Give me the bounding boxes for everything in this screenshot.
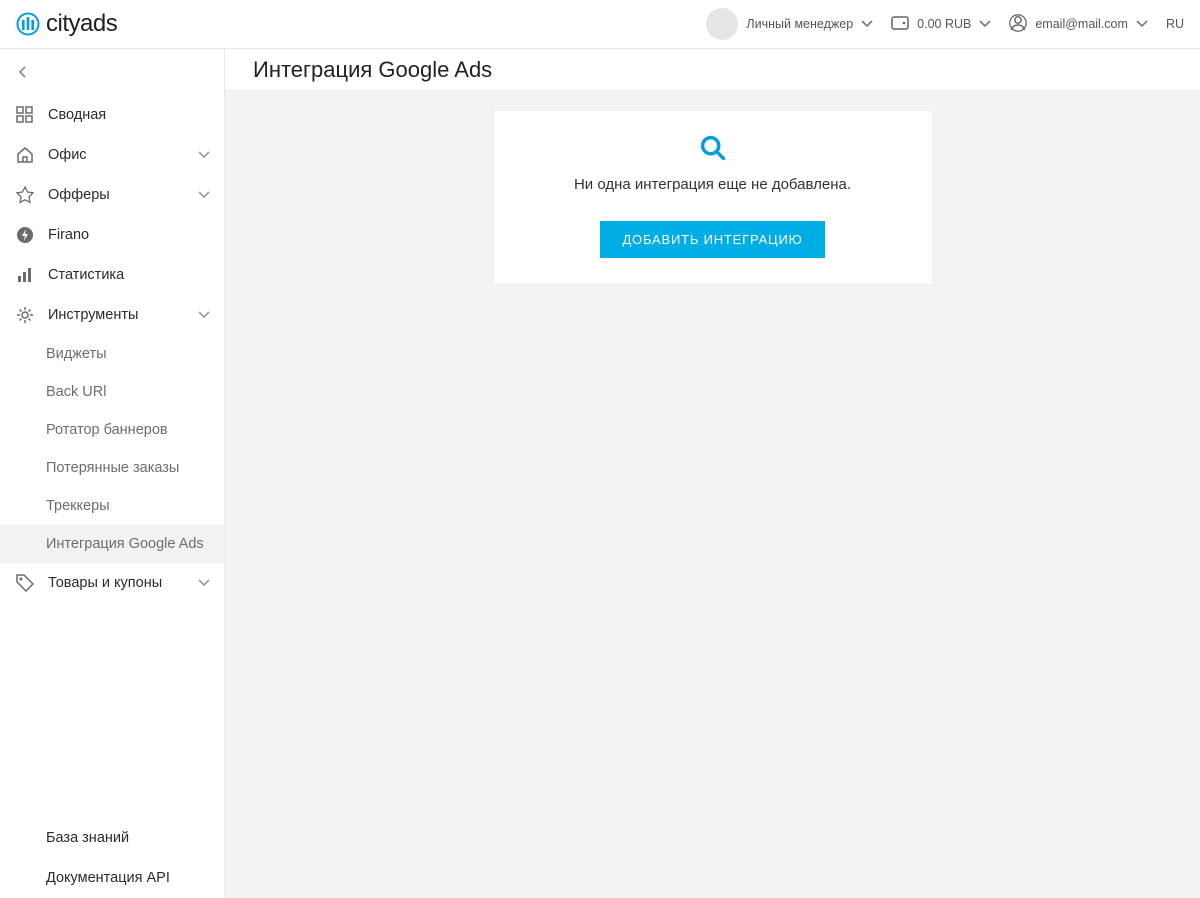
sidebar-item-dashboard[interactable]: Сводная: [0, 95, 224, 135]
tag-icon: [16, 574, 34, 592]
lang-switch[interactable]: RU: [1166, 17, 1184, 31]
bolt-circle-icon: [16, 226, 34, 244]
bars-icon: [16, 266, 34, 284]
sidebar-item-label: Back URl: [46, 384, 106, 400]
empty-state-card: Ни одна интеграция еще не добавлена. ДОБ…: [494, 111, 932, 284]
empty-state-message: Ни одна интеграция еще не добавлена.: [574, 176, 851, 193]
manager-dropdown[interactable]: Личный менеджер: [706, 8, 873, 40]
wallet-icon: [891, 14, 909, 35]
sidebar-item-tools[interactable]: Инструменты: [0, 295, 224, 335]
home-icon: [16, 146, 34, 164]
sidebar-item-label: База знаний: [46, 830, 210, 846]
sidebar-item-label: Виджеты: [46, 346, 107, 362]
sidebar-item-label: Инструменты: [48, 307, 184, 323]
manager-label: Личный менеджер: [746, 17, 853, 31]
app-header: cityads Личный менеджер 0.00 RUB email@m…: [0, 0, 1200, 49]
sidebar-item-firano[interactable]: Firano: [0, 215, 224, 255]
sidebar-item-label: Сводная: [48, 107, 210, 123]
sidebar-subitem-lost-orders[interactable]: Потерянные заказы: [0, 449, 224, 487]
sidebar-item-label: Документация API: [46, 870, 210, 886]
search-icon: [698, 133, 728, 166]
logo-icon: [16, 12, 40, 36]
chevron-down-icon: [1136, 20, 1148, 28]
sidebar-subitem-backurl[interactable]: Back URl: [0, 373, 224, 411]
sidebar-item-offers[interactable]: Офферы: [0, 175, 224, 215]
sidebar-subitem-google-ads[interactable]: Интеграция Google Ads: [0, 525, 224, 563]
sidebar-item-label: Офферы: [48, 187, 184, 203]
chevron-down-icon: [198, 311, 210, 319]
sidebar-item-label: Треккеры: [46, 498, 110, 514]
chevron-down-icon: [979, 20, 991, 28]
sidebar-item-kb[interactable]: База знаний: [0, 818, 224, 858]
sidebar-item-api-docs[interactable]: Документация API: [0, 858, 224, 898]
balance-dropdown[interactable]: 0.00 RUB: [891, 14, 991, 35]
account-email: email@mail.com: [1035, 17, 1128, 31]
sidebar-subitem-trackers[interactable]: Треккеры: [0, 487, 224, 525]
logo-text: cityads: [46, 10, 117, 38]
sidebar-item-label: Интеграция Google Ads: [46, 536, 204, 552]
chevron-down-icon: [861, 20, 873, 28]
star-icon: [16, 186, 34, 204]
balance-amount: 0.00 RUB: [917, 17, 971, 31]
chevron-down-icon: [198, 151, 210, 159]
sidebar-item-label: Товары и купоны: [48, 575, 184, 591]
chevron-down-icon: [198, 191, 210, 199]
gear-icon: [16, 306, 34, 324]
logo[interactable]: cityads: [16, 10, 117, 38]
dashboard-icon: [16, 106, 34, 124]
sidebar-item-label: Firano: [48, 227, 210, 243]
sidebar-subitem-widgets[interactable]: Виджеты: [0, 335, 224, 373]
main-area: Интеграция Google Ads Ни одна интеграция…: [225, 49, 1200, 898]
sidebar-subitem-rotator[interactable]: Ротатор баннеров: [0, 411, 224, 449]
add-integration-button[interactable]: ДОБАВИТЬ ИНТЕГРАЦИЮ: [600, 221, 824, 258]
sidebar-bottom: База знаний Документация API: [0, 818, 224, 898]
sidebar-item-label: Офис: [48, 147, 184, 163]
page-content: Ни одна интеграция еще не добавлена. ДОБ…: [225, 91, 1200, 898]
chevron-down-icon: [198, 579, 210, 587]
page-title-bar: Интеграция Google Ads: [225, 49, 1200, 91]
sidebar-item-label: Статистика: [48, 267, 210, 283]
sidebar-item-statistics[interactable]: Статистика: [0, 255, 224, 295]
header-right: Личный менеджер 0.00 RUB email@mail.com …: [706, 8, 1184, 40]
account-dropdown[interactable]: email@mail.com: [1009, 14, 1148, 35]
sidebar: Сводная Офис Офферы Firano Статистика: [0, 49, 225, 898]
sidebar-collapse-button[interactable]: [0, 49, 224, 95]
sidebar-item-office[interactable]: Офис: [0, 135, 224, 175]
user-icon: [1009, 14, 1027, 35]
sidebar-item-label: Ротатор баннеров: [46, 422, 168, 438]
sidebar-nav: Сводная Офис Офферы Firano Статистика: [0, 95, 224, 818]
sidebar-item-products[interactable]: Товары и купоны: [0, 563, 224, 603]
avatar: [706, 8, 738, 40]
page-title: Интеграция Google Ads: [253, 57, 492, 83]
sidebar-item-label: Потерянные заказы: [46, 460, 179, 476]
